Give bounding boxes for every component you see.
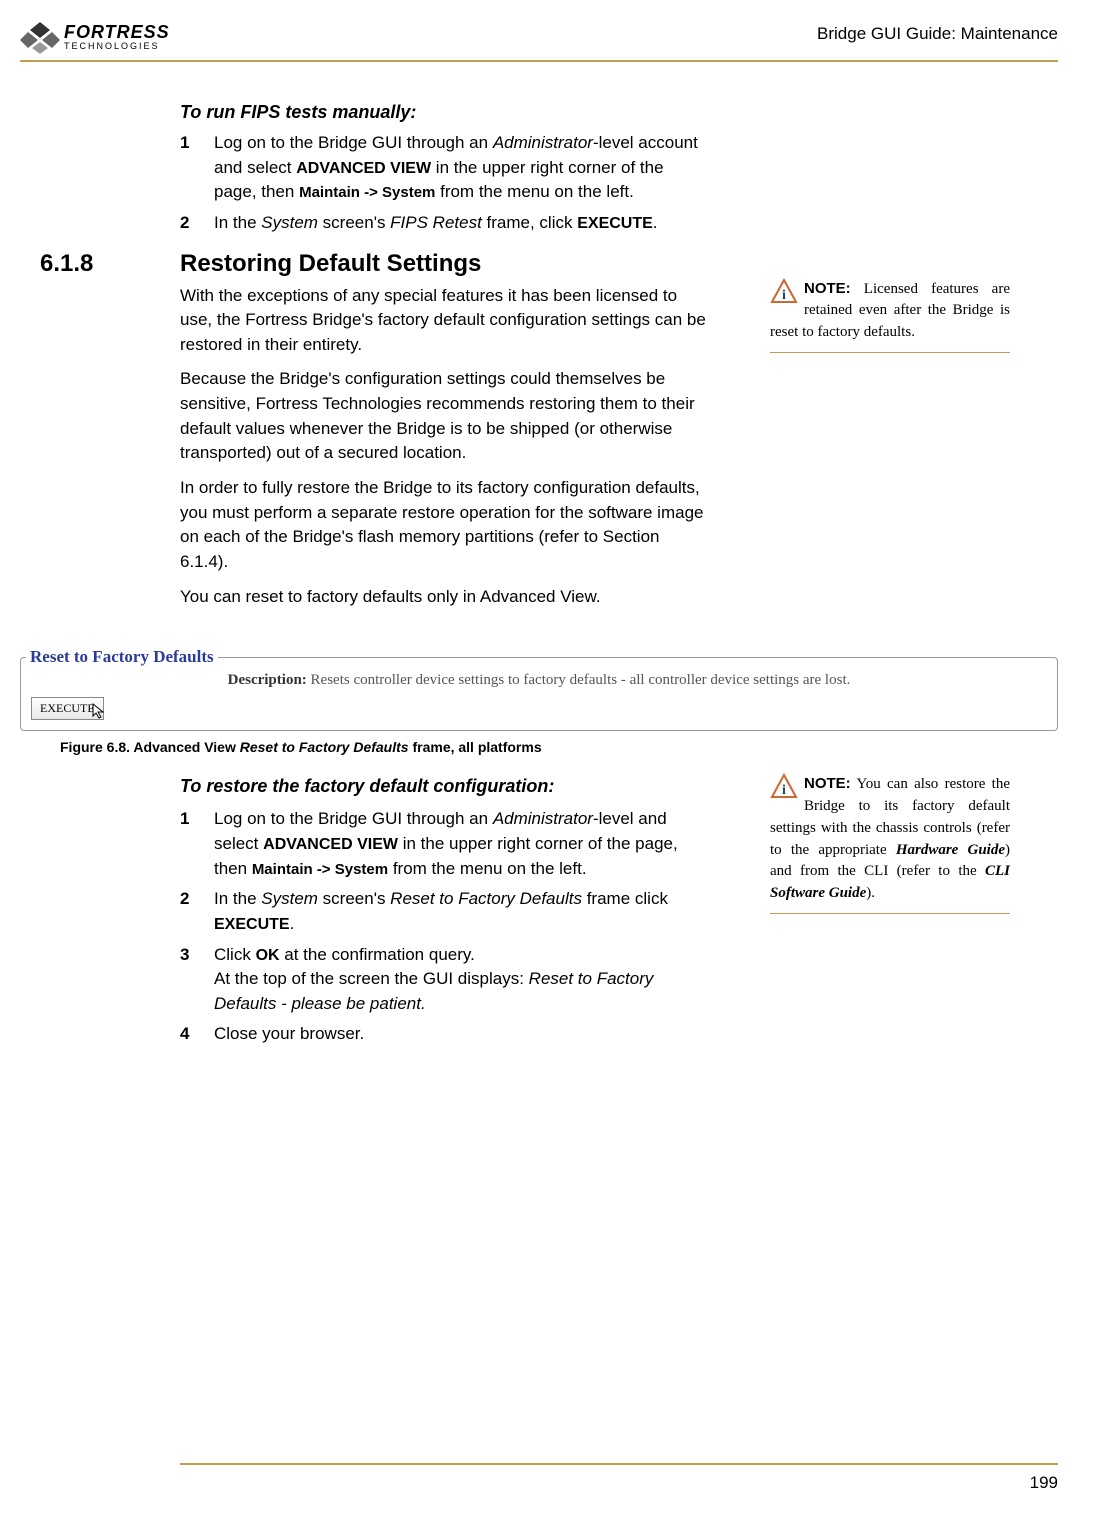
description-label: Description:	[228, 672, 307, 688]
execute-button[interactable]: EXECUTE	[31, 697, 104, 720]
logo: FORTRESS TECHNOLOGIES	[20, 20, 170, 54]
list-item: 1 Log on to the Bridge GUI through an Ad…	[180, 807, 710, 881]
text: OK	[256, 947, 280, 964]
description-text: Resets controller device settings to fac…	[307, 672, 851, 688]
note-label: NOTE:	[804, 775, 851, 792]
logo-text-sub: TECHNOLOGIES	[64, 42, 170, 51]
text: EXECUTE	[214, 916, 290, 933]
paragraph: Because the Bridge's configuration setti…	[180, 367, 710, 466]
list-item: 3 Click OK at the confirmation query. At…	[180, 943, 710, 1017]
page-header: FORTRESS TECHNOLOGIES Bridge GUI Guide: …	[20, 20, 1058, 54]
note-sidebar: i NOTE: Licensed features are retained e…	[770, 278, 1010, 361]
paragraph: With the exceptions of any special featu…	[180, 284, 710, 358]
page-footer: 199	[180, 1455, 1058, 1493]
text: screen's	[318, 213, 390, 232]
text: Hardware Guide	[896, 842, 1005, 858]
text: ADVANCED VIEW	[296, 160, 431, 177]
restore-title: To restore the factory default configura…	[180, 773, 710, 799]
text: Reset to Factory Defaults	[240, 739, 409, 755]
header-breadcrumb: Bridge GUI Guide: Maintenance	[817, 20, 1058, 44]
fieldset-legend: Reset to Factory Defaults	[26, 647, 218, 667]
paragraph: You can reset to factory defaults only i…	[180, 585, 710, 610]
list-item: 1 Log on to the Bridge GUI through an Ad…	[180, 131, 710, 205]
text: Log on to the Bridge GUI through an	[214, 133, 493, 152]
reset-fieldset: Reset to Factory Defaults Description: R…	[20, 637, 1058, 731]
text: Administrator	[493, 133, 593, 152]
text: At the top of the screen the GUI display…	[214, 969, 529, 988]
text: frame, click	[482, 213, 577, 232]
text: at the confirmation query.	[280, 945, 475, 964]
text: Administrator	[493, 809, 593, 828]
text: frame click	[582, 889, 668, 908]
list-item: 2 In the System screen's FIPS Retest fra…	[180, 211, 710, 236]
figure-number: Figure 6.8.	[60, 739, 130, 755]
text: ADVANCED VIEW	[263, 836, 398, 853]
text: In the	[214, 889, 261, 908]
cursor-icon	[91, 702, 107, 725]
info-icon: i	[770, 773, 798, 807]
text: from the menu on the left.	[388, 859, 586, 878]
text: Advanced View	[130, 739, 240, 755]
text: Log on to the Bridge GUI through an	[214, 809, 493, 828]
text: from the menu on the left.	[435, 182, 633, 201]
text: ).	[866, 885, 875, 901]
svg-text:i: i	[782, 288, 786, 303]
logo-text-top: FORTRESS	[64, 23, 170, 41]
text: System	[261, 889, 318, 908]
text: In the	[214, 213, 261, 232]
fips-title: To run FIPS tests manually:	[180, 102, 1038, 123]
page-number: 199	[180, 1473, 1058, 1493]
text: Reset to Factory Defaults	[390, 889, 582, 908]
info-icon: i	[770, 278, 798, 312]
text: Close your browser.	[214, 1022, 364, 1047]
list-item: 4 Close your browser.	[180, 1022, 710, 1047]
figure-caption: Figure 6.8. Advanced View Reset to Facto…	[60, 739, 1058, 755]
text: Maintain -> System	[299, 184, 435, 201]
text: frame, all platforms	[409, 739, 542, 755]
logo-icon	[20, 20, 60, 54]
section-title: Restoring Default Settings	[180, 250, 481, 278]
text: Click	[214, 945, 256, 964]
text: Maintain -> System	[252, 861, 388, 878]
text: .	[290, 914, 295, 933]
list-item: 2 In the System screen's Reset to Factor…	[180, 887, 710, 936]
text: EXECUTE	[577, 215, 653, 232]
note-label: NOTE:	[804, 280, 851, 297]
section-heading: 6.1.8 Restoring Default Settings	[20, 250, 1058, 278]
paragraph: In order to fully restore the Bridge to …	[180, 476, 710, 575]
text: FIPS Retest	[390, 213, 482, 232]
text: screen's	[318, 889, 390, 908]
section-number: 6.1.8	[20, 250, 180, 278]
button-label: EXECUTE	[40, 701, 95, 715]
note-sidebar: i NOTE: You can also restore the Bridge …	[770, 773, 1010, 922]
text: .	[653, 213, 658, 232]
text: System	[261, 213, 318, 232]
svg-text:i: i	[782, 783, 786, 798]
